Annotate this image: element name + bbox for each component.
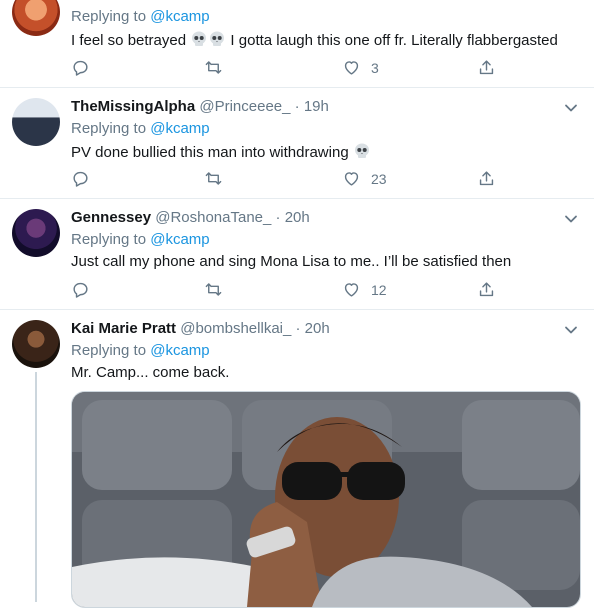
tweet-actions: 3 (71, 58, 511, 80)
tweet-text-part: PV done bullied this man into withdrawin… (71, 144, 349, 161)
replying-label: Replying to (71, 8, 147, 25)
like-count: 3 (371, 59, 379, 76)
retweet-button[interactable] (204, 58, 223, 77)
avatar[interactable] (12, 320, 60, 368)
tweet-text: I feel so betrayed I gotta laugh this on… (71, 30, 558, 49)
tweet-actions: 12 (71, 280, 511, 302)
tweet-time[interactable]: · 20h (296, 320, 330, 337)
tweet-time[interactable]: · 20h (276, 209, 310, 226)
reply-button[interactable] (71, 280, 90, 299)
skull-emoji (354, 143, 369, 158)
reply-icon (73, 60, 88, 76)
heart-icon (344, 61, 359, 75)
replying-label: Replying to (71, 342, 147, 359)
skull-emoji (192, 31, 207, 46)
tweet-header: Gennessey @RoshonaTane_ · 20h (71, 209, 310, 226)
replying-to: Replying to @kcamp (71, 120, 210, 137)
share-icon (479, 282, 494, 297)
avatar[interactable] (12, 0, 60, 36)
avatar[interactable] (12, 209, 60, 257)
share-icon (479, 171, 494, 186)
thread-line (35, 372, 37, 602)
tweet-2[interactable]: TheMissingAlpha @Princeeee_ · 19h Replyi… (0, 87, 594, 199)
heart-icon (344, 283, 359, 297)
like-button[interactable]: 12 (342, 280, 387, 299)
retweet-button[interactable] (204, 280, 223, 299)
reply-button[interactable] (71, 58, 90, 77)
author-handle[interactable]: @bombshellkai_ (180, 320, 291, 337)
mention-link[interactable]: @kcamp (150, 8, 209, 25)
chevron-down-icon[interactable] (564, 101, 578, 115)
author-name[interactable]: TheMissingAlpha (71, 98, 195, 115)
tweet-text-part: I feel so betrayed (71, 32, 187, 49)
like-count: 23 (371, 170, 387, 187)
author-handle[interactable]: @RoshonaTane_ (155, 209, 271, 226)
replying-label: Replying to (71, 231, 147, 248)
replying-label: Replying to (71, 120, 147, 137)
tweet-text: PV done bullied this man into withdrawin… (71, 142, 371, 161)
retweet-icon (205, 172, 222, 185)
mention-link[interactable]: @kcamp (150, 231, 209, 248)
avatar[interactable] (12, 98, 60, 146)
tweet-1[interactable]: Replying to @kcamp I feel so betrayed I … (0, 0, 594, 88)
heart-icon (344, 172, 359, 186)
reply-button[interactable] (71, 169, 90, 188)
retweet-button[interactable] (204, 169, 223, 188)
reply-icon (73, 171, 88, 187)
tweet-header: TheMissingAlpha @Princeeee_ · 19h (71, 98, 329, 115)
tweet-text-part: I gotta laugh this one off fr. Literally… (230, 32, 558, 49)
reply-icon (73, 282, 88, 298)
mention-link[interactable]: @kcamp (150, 342, 209, 359)
share-button[interactable] (477, 58, 496, 77)
replying-to: Replying to @kcamp (71, 342, 210, 359)
author-name[interactable]: Gennessey (71, 209, 151, 226)
tweet-media-gif[interactable] (71, 391, 581, 608)
author-handle[interactable]: @Princeeee_ (199, 98, 290, 115)
author-name[interactable]: Kai Marie Pratt (71, 320, 176, 337)
like-button[interactable]: 3 (342, 58, 379, 77)
tweet-time[interactable]: · 19h (295, 98, 329, 115)
replying-to: Replying to @kcamp (71, 8, 210, 25)
gif-preview-image (72, 392, 580, 607)
skull-emoji (210, 31, 225, 46)
tweet-actions: 23 (71, 169, 511, 191)
like-button[interactable]: 23 (342, 169, 387, 188)
tweet-header: Kai Marie Pratt @bombshellkai_ · 20h (71, 320, 330, 337)
tweet-3[interactable]: Gennessey @RoshonaTane_ · 20h Replying t… (0, 198, 594, 310)
share-icon (479, 60, 494, 75)
replying-to: Replying to @kcamp (71, 231, 210, 248)
mention-link[interactable]: @kcamp (150, 120, 209, 137)
share-button[interactable] (477, 280, 496, 299)
tweet-text: Mr. Camp... come back. (71, 364, 230, 381)
chevron-down-icon[interactable] (564, 323, 578, 337)
share-button[interactable] (477, 169, 496, 188)
tweet-text: Just call my phone and sing Mona Lisa to… (71, 253, 512, 270)
retweet-icon (205, 283, 222, 296)
like-count: 12 (371, 281, 387, 298)
retweet-icon (205, 61, 222, 74)
chevron-down-icon[interactable] (564, 212, 578, 226)
